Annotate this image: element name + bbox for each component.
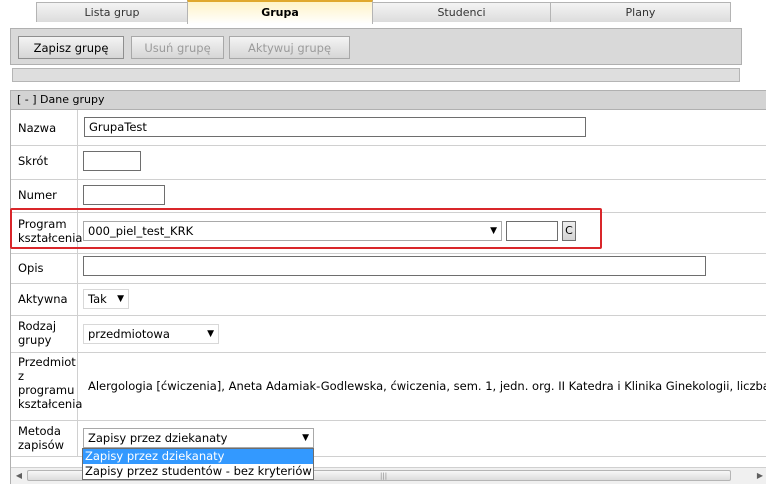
scroll-left-icon[interactable]: ◀	[11, 468, 27, 484]
numer-label: Numer	[18, 188, 57, 202]
chevron-down-icon: ▼	[207, 329, 214, 339]
metoda-dropdown-list[interactable]: Zapisy przez dziekanaty Zapisy przez stu…	[82, 448, 314, 480]
row-divider	[11, 315, 766, 316]
rodzaj-label-line2: grupy	[18, 333, 52, 347]
chevron-down-icon: ▼	[302, 433, 309, 443]
metoda-label: Metoda zapisów	[18, 424, 76, 452]
row-divider	[11, 179, 766, 180]
chevron-down-icon: ▼	[117, 294, 124, 304]
row-divider	[11, 253, 766, 254]
row-divider	[11, 420, 766, 421]
row-divider	[11, 283, 766, 284]
numer-input[interactable]	[83, 185, 165, 205]
przedmiot-label-line: Przedmiot	[18, 355, 76, 369]
przedmiot-value: Alergologia [ćwiczenia], Aneta Adamiak-G…	[88, 379, 766, 393]
dropdown-option-dziekanaty[interactable]: Zapisy przez dziekanaty	[83, 449, 313, 464]
toolbar: Zapisz grupę Usuń grupę Aktywuj grupę	[10, 28, 742, 65]
tab-grupa[interactable]: Grupa	[187, 0, 373, 24]
przedmiot-label-line: z	[18, 369, 25, 383]
scroll-right-icon[interactable]: ▶	[752, 468, 766, 484]
status-bar	[12, 68, 740, 82]
delete-group-button[interactable]: Usuń grupę	[131, 36, 224, 59]
save-group-button[interactable]: Zapisz grupę	[18, 36, 124, 59]
row-divider	[11, 352, 766, 353]
przedmiot-label: Przedmiot z programu kształcenia	[18, 355, 83, 411]
rodzaj-label-line1: Rodzaj	[18, 319, 57, 333]
section-header-dane-grupy[interactable]: [ - ] Dane grupy	[11, 91, 766, 110]
opis-input[interactable]	[83, 256, 706, 276]
nazwa-input[interactable]	[84, 117, 586, 137]
row-divider	[11, 145, 766, 146]
metoda-select-value: Zapisy przez dziekanaty	[88, 431, 228, 445]
program-highlight-box	[10, 208, 602, 249]
przedmiot-label-line: kształcenia	[18, 397, 83, 411]
tab-lista-grup[interactable]: Lista grup	[36, 2, 188, 22]
rodzaj-select-value: przedmiotowa	[88, 327, 170, 341]
activate-group-button[interactable]: Aktywuj grupę	[229, 36, 350, 59]
metoda-label-line1: Metoda	[18, 424, 61, 438]
rodzaj-label: Rodzaj grupy	[18, 319, 76, 347]
grip-icon: |||	[380, 472, 388, 480]
metoda-select[interactable]: Zapisy przez dziekanaty ▼	[83, 428, 314, 448]
przedmiot-label-line: programu	[18, 383, 75, 397]
tab-plany[interactable]: Plany	[550, 2, 731, 22]
dropdown-option-studenci[interactable]: Zapisy przez studentów - bez kryteriów	[83, 464, 313, 479]
skrot-input[interactable]	[83, 151, 141, 171]
nazwa-label: Nazwa	[18, 121, 57, 135]
tab-bar: Lista grup Grupa Studenci Plany	[0, 0, 766, 24]
skrot-label: Skrót	[18, 154, 48, 168]
opis-label: Opis	[18, 261, 44, 275]
group-data-panel: [ - ] Dane grupy Nazwa Skrót Numer Progr…	[10, 90, 766, 484]
rodzaj-select[interactable]: przedmiotowa ▼	[83, 324, 219, 344]
aktywna-select[interactable]: Tak ▼	[83, 289, 129, 309]
tab-studenci[interactable]: Studenci	[372, 2, 551, 22]
metoda-label-line2: zapisów	[18, 438, 65, 452]
aktywna-label: Aktywna	[18, 292, 68, 306]
aktywna-select-value: Tak	[88, 292, 107, 306]
